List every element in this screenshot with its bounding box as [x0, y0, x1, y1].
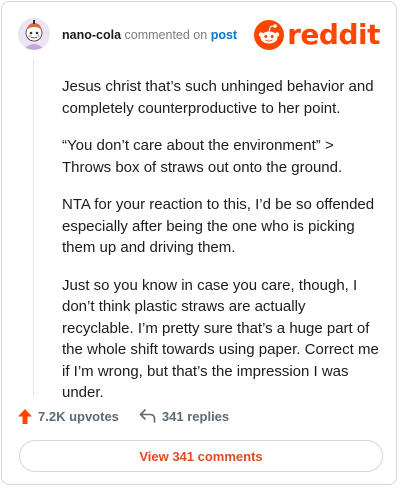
reply-arrow-icon: [139, 409, 156, 423]
comment-card: nano-cola commented on post reddit Jesus…: [1, 1, 397, 485]
username-link[interactable]: nano-cola: [62, 28, 121, 42]
replies-button[interactable]: 341 replies: [139, 409, 229, 424]
commented-on-label: commented on: [124, 28, 208, 42]
reddit-wordmark: reddit: [287, 18, 380, 51]
avatar[interactable]: [18, 18, 50, 50]
upvote-arrow-icon: [18, 408, 32, 424]
comment-paragraph: NTA for your reaction to this, I’d be so…: [62, 196, 375, 256]
replies-count: 341 replies: [161, 408, 230, 424]
reddit-logo[interactable]: reddit: [254, 18, 380, 52]
thread-line: [33, 60, 34, 395]
avatar-image: [18, 18, 50, 50]
view-comments-button[interactable]: View 341 comments: [19, 440, 383, 472]
snoo-icon: [254, 20, 285, 50]
comment-body: Jesus christ that’s such unhinged behavi…: [62, 76, 380, 420]
comment-paragraph: Just so you know in case you care, thoug…: [62, 276, 379, 402]
comment-header: nano-cola commented on post reddit: [18, 18, 380, 54]
comment-paragraph: Jesus christ that’s such unhinged behavi…: [62, 78, 374, 117]
upvote-button[interactable]: 7.2K upvotes: [18, 408, 119, 424]
comment-paragraph: “You don’t care about the environment” >…: [62, 137, 343, 176]
post-link[interactable]: post: [211, 28, 237, 42]
comment-actions: 7.2K upvotes 341 replies: [18, 404, 229, 428]
comment-meta: nano-cola commented on post: [62, 28, 237, 42]
upvote-count: 7.2K upvotes: [38, 408, 119, 424]
